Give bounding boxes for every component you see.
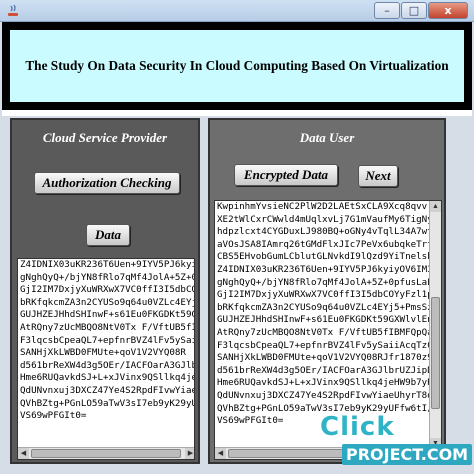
csp-line: d561brReXW4d3g5OEr/IACFOarA3GJlbrU <box>20 359 195 371</box>
header-banner: The Study On Data Security In Cloud Comp… <box>10 30 464 102</box>
data-user-line: aVOsJSA8IAmrq26tGMdFlxJIc7PeVx6ubqkeTrtT… <box>217 238 441 250</box>
csp-ciphertext-area[interactable]: Z4IDNIX03uKR236T6Uen+9IYV5PJ6kyiyOV6gNgh… <box>17 258 195 460</box>
scroll-thumb[interactable] <box>31 449 181 458</box>
encrypted-data-button[interactable]: Encrypted Data <box>234 164 338 186</box>
close-button[interactable]: x <box>428 2 468 19</box>
data-user-line: F3lqcsbCpeaQL7+epfnrBVZ4lFv5ySaiiAcqTz0m… <box>217 339 441 351</box>
csp-line: bRKfqkcmZA3n2CYUSo9q64u0VZLc4EYj5 <box>20 296 195 308</box>
csp-line: Hme6RUQavkdSJ+L+xJVinx9QSllkq4jeHW <box>20 372 195 384</box>
data-user-line: XE2tWlCxrCWwld4mUqlxvLj7G1mVaufMy6TigNyY… <box>217 213 441 225</box>
divider <box>2 110 472 116</box>
data-user-ciphertext-lines: KwpinhmYvsieNC2PlW2D2LAEtSxCLA9Xcq8qvv XE… <box>217 201 442 428</box>
cloud-service-provider-panel: Cloud Service Provider Authorization Che… <box>10 118 200 464</box>
data-user-line: hdpzlcxt4CYGDuxLJ980BQ+oGNy4vTqlL34A7wt8… <box>217 226 442 238</box>
title-bar[interactable]: – □ x <box>0 0 474 22</box>
maximize-button[interactable]: □ <box>401 2 427 19</box>
panel-title-csp: Cloud Service Provider <box>42 130 168 145</box>
csp-line: VS69wPFGIt0= <box>20 410 87 422</box>
csp-line: QVhBZtg+PGnLO59aTwV3sI7eb9yK29yUF <box>20 397 195 409</box>
data-user-line: CBS5EHvobGumLCblutGLNvkdI9lQzd9YiTnelsbb… <box>217 251 442 263</box>
data-user-line: Z4IDNIX03uKR236T6Uen+9IYV5PJ6kyiyOV6IM34… <box>217 263 441 275</box>
scroll-left-icon[interactable]: ◀ <box>18 448 29 459</box>
vertical-scroll-thumb[interactable] <box>431 297 440 409</box>
csp-line: GjI2IM7DxjyXuWRXwX7VC0ffI3I5dbCOYyF <box>20 284 195 296</box>
data-user-line: d561brReXW4d3g5OEr/IACFOarA3GJlbrUZJipDg… <box>217 364 441 376</box>
click-my-project-watermark: Click PROJECT.COM <box>308 412 473 470</box>
csp-line: AtRQny7zUcMBQO8NtV0Tx F/VftUB5fIBMF <box>20 321 195 333</box>
data-user-line: Hme6RUQavkdSJ+L+xJVinx9QSllkq4jeHW9b7yRv… <box>217 377 442 389</box>
csp-line: QdUNvnxuj3DXCZ47Ye4S2RpdFIvwYiaeU <box>20 384 195 396</box>
minimize-button[interactable]: – <box>374 2 400 19</box>
csp-line: gNghQyQ+/bjYN8fRlo7qMf4JolA+5Z+0pfus <box>20 271 194 283</box>
data-button[interactable]: Data <box>86 224 130 246</box>
csp-line: F3lqcsbCpeaQL7+epfnrBVZ4lFv5ySaiiAcq <box>20 334 194 346</box>
page-title: The Study On Data Security In Cloud Comp… <box>25 58 449 73</box>
watermark-bottom: PROJECT.COM <box>342 444 473 465</box>
csp-line: Z4IDNIX03uKR236T6Uen+9IYV5PJ6kyiyOV6 <box>20 259 194 270</box>
data-user-line: gNghQyQ+/bjYN8fRlo7qMf4JolA+5Z+0pfusLaPK… <box>217 276 441 288</box>
header-frame: The Study On Data Security In Cloud Comp… <box>2 22 472 110</box>
data-user-line: GjI2IM7DxjyXuWRXwX7VC0ffI3I5dbCOYyFzl1pE… <box>217 289 441 301</box>
csp-ciphertext-lines: Z4IDNIX03uKR236T6Uen+9IYV5PJ6kyiyOV6gNgh… <box>20 259 195 423</box>
csp-line: SANHjXkLWBD0FMUte+qoV1V2VYQ08R <box>20 347 186 359</box>
scroll-right-icon[interactable]: ▶ <box>185 448 194 459</box>
csp-line: GUJHZEJHhdSHInwF+s61Eu0FKGDKt59G <box>20 309 195 321</box>
data-user-line: KwpinhmYvsieNC2PlW2D2LAEtSxCLA9Xcq8qvv <box>217 201 428 212</box>
scroll-up-icon[interactable]: ▲ <box>430 201 441 212</box>
data-user-line: QdUNvnxuj3DXCZ47Ye4S2RpdFIvwYiaeUhyrT8df… <box>217 389 441 401</box>
next-button[interactable]: Next <box>358 165 398 187</box>
data-user-line: GUJHZEJHhdSHInwF+s61Eu0FKGDKt59GXWlvlEn/… <box>217 314 442 326</box>
panel-title-data-user: Data User <box>299 130 355 145</box>
csp-horizontal-scrollbar[interactable]: ◀ ▶ <box>18 447 194 459</box>
java-app-icon <box>8 4 18 16</box>
data-user-line: AtRQny7zUcMBQO8NtV0Tx F/VftUB5fIBMFQpQaW… <box>217 326 441 338</box>
watermark-top: Click <box>320 412 395 442</box>
scroll-left-icon[interactable]: ◀ <box>215 448 226 459</box>
data-user-line: SANHjXkLWBD0FMUte+qoV1V2VYQ08RJfr1870z9k… <box>217 352 442 364</box>
data-user-line: bRKfqkcmZA3n2CYUSo9q64u0VZLc4EYj5+PmsSzd… <box>217 301 442 313</box>
application-window: – □ x The Study On Data Security In Clou… <box>0 0 474 474</box>
authorization-checking-button[interactable]: Authorization Checking <box>34 172 180 194</box>
